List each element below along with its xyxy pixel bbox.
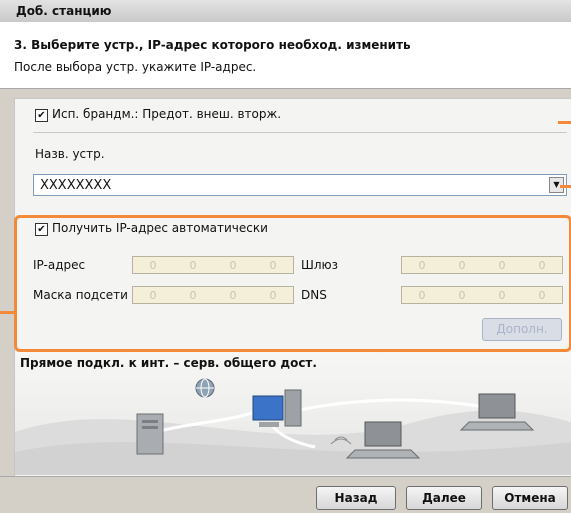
- ip-settings-highlight: [14, 215, 571, 352]
- device-name-label: Назв. устр.: [35, 147, 105, 161]
- separator: [33, 132, 567, 133]
- step-header: 3. Выберите устр., IP-адрес которого нео…: [0, 22, 571, 89]
- network-diagram: [15, 352, 571, 475]
- step-instruction: После выбора устр. укажите IP-адрес.: [14, 60, 257, 74]
- step-title: 3. Выберите устр., IP-адрес которого нео…: [14, 38, 411, 52]
- title-bar: Доб. станцию: [0, 0, 571, 23]
- diagram-caption: Прямое подкл. к инт. – серв. общего дост…: [20, 356, 317, 370]
- footer-bar: Назад Далее Отмена: [0, 476, 571, 513]
- globe-icon: [195, 378, 215, 398]
- device-name-select[interactable]: XXXXXXXX ▼: [33, 174, 567, 196]
- firewall-checkbox[interactable]: ✔: [35, 109, 48, 122]
- window-title: Доб. станцию: [16, 4, 112, 18]
- firewall-label: Исп. брандм.: Предот. внеш. вторж.: [52, 107, 282, 121]
- next-button[interactable]: Далее: [406, 486, 482, 510]
- callout-line-firewall: [558, 121, 571, 124]
- add-station-dialog: Доб. станцию 3. Выберите устр., IP-адрес…: [0, 0, 571, 513]
- back-button[interactable]: Назад: [316, 486, 396, 510]
- callout-line-device: [560, 185, 571, 188]
- callout-line-ip: [0, 311, 14, 314]
- cancel-button[interactable]: Отмена: [492, 486, 568, 510]
- server-icon: [136, 413, 164, 455]
- device-name-value: XXXXXXXX: [40, 178, 112, 193]
